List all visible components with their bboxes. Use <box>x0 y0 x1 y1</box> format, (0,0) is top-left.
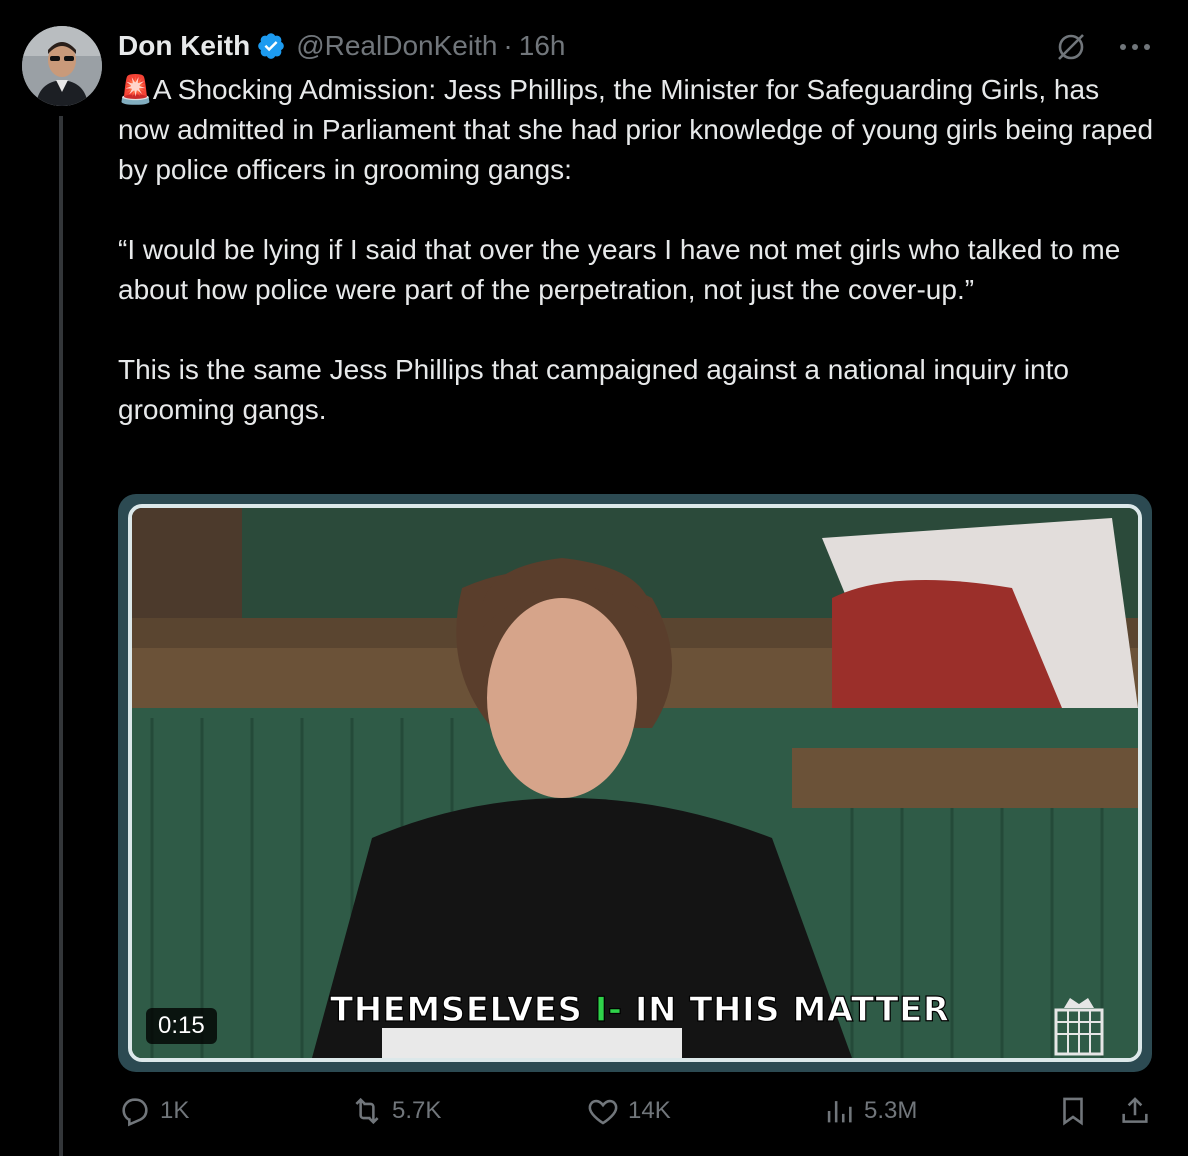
bookmark-icon <box>1063 1097 1083 1126</box>
bookmark-button[interactable] <box>1056 1094 1098 1128</box>
video-player[interactable] <box>118 494 1152 1072</box>
separator-dot: · <box>503 30 513 61</box>
reply-button[interactable]: 1K <box>118 1094 189 1128</box>
timestamp[interactable]: 16h <box>519 30 566 62</box>
video-caption: THEMSELVES I- IN THIS MATTER <box>329 989 950 1030</box>
reply-count: 1K <box>160 1097 190 1124</box>
tweet-header: Don Keith @RealDonKeith · 16h <box>118 26 565 66</box>
like-count: 14K <box>628 1097 671 1124</box>
tweet-paragraph-2: “I would be lying if I said that over th… <box>118 234 1121 305</box>
repost-icon <box>355 1097 379 1125</box>
heart-icon <box>588 1099 618 1125</box>
more-options-icon[interactable] <box>1118 42 1152 52</box>
caption-highlight: I- <box>594 989 623 1030</box>
author-handle[interactable]: @RealDonKeith <box>296 30 497 62</box>
avatar-image <box>22 26 102 106</box>
tweet-paragraph-3: This is the same Jess Phillips that camp… <box>118 354 1069 425</box>
share-icon <box>1122 1097 1148 1123</box>
tweet-actions: 1K 5.7K 14K 5.3M <box>118 1094 1158 1142</box>
grok-icon[interactable] <box>1054 30 1088 64</box>
video-duration: 0:15 <box>146 1008 217 1044</box>
repost-button[interactable]: 5.7K <box>350 1094 441 1128</box>
thread-line <box>59 116 63 1156</box>
top-icons <box>1054 30 1152 64</box>
like-button[interactable]: 14K <box>586 1094 671 1128</box>
share-button[interactable] <box>1118 1094 1160 1128</box>
parliament-logo-icon <box>1054 998 1104 1056</box>
video-still <box>132 508 1138 1058</box>
reply-icon <box>122 1098 148 1127</box>
avatar[interactable] <box>22 26 102 106</box>
caption-right: IN THIS MATTER <box>622 989 950 1030</box>
tweet-text: 🚨A Shocking Admission: Jess Phillips, th… <box>118 70 1158 430</box>
views-icon <box>827 1101 852 1123</box>
author-name[interactable]: Don Keith <box>118 30 250 62</box>
verified-badge-icon <box>258 33 285 59</box>
repost-count: 5.7K <box>392 1097 442 1124</box>
views-count: 5.3M <box>864 1097 918 1124</box>
caption-left: THEMSELVES <box>329 989 595 1030</box>
tweet-paragraph-1: 🚨A Shocking Admission: Jess Phillips, th… <box>118 74 1154 185</box>
views-button[interactable]: 5.3M <box>822 1094 917 1128</box>
video-frame <box>128 504 1142 1062</box>
